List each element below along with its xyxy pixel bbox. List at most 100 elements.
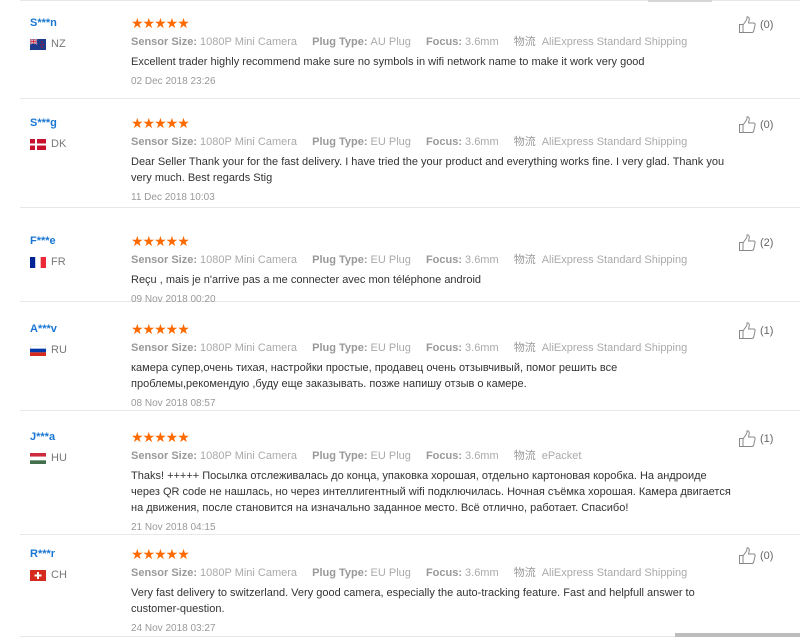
plug-type-attr: Plug Type: EU Plug [312, 253, 411, 267]
review-author: S***n NZ [29, 16, 120, 50]
focus-attr: Focus: 3.6mm [426, 35, 499, 49]
hu-flag-icon [30, 452, 46, 464]
focus-value: 3.6mm [465, 36, 499, 48]
order-attributes: Sensor Size: 1080P Mini Camera Plug Type:… [131, 35, 736, 49]
ru-flag-icon [29, 344, 47, 356]
sensor-size-value: 1080P Mini Camera [200, 450, 298, 462]
author-name[interactable]: S***n [30, 16, 120, 30]
review-item: J***a HU ★★★★★ Sensor Size: 1080P Mini Ca… [20, 411, 800, 535]
sensor-size-value: 1080P Mini Camera [200, 567, 298, 579]
helpful-button[interactable]: (0) [738, 16, 773, 34]
shipping-value: AliExpress Standard Shipping [541, 36, 688, 48]
sensor-size-attr: Sensor Size: 1080P Mini Camera [131, 449, 297, 463]
thumbs-up-icon [739, 116, 756, 133]
shipping-value: AliExpress Standard Shipping [541, 567, 688, 579]
sensor-size-value: 1080P Mini Camera [200, 136, 298, 148]
review-item: R***r CH ★★★★★ Sensor Size: 1080P Mini Ca… [20, 535, 800, 637]
plug-type-attr: Plug Type: AU Plug [312, 35, 411, 49]
focus-value: 3.6mm [465, 254, 499, 266]
shipping-attr: 物流 ePacket [514, 449, 582, 463]
plug-type-label: Plug Type: [312, 254, 368, 266]
sensor-size-label: Sensor Size: [131, 36, 198, 48]
plug-type-value: EU Plug [370, 136, 411, 148]
thumbs-up-icon [739, 547, 756, 564]
review-text: Reçu , mais je n'arrive pas a me connect… [131, 274, 482, 286]
focus-attr: Focus: 3.6mm [426, 449, 499, 463]
shipping-label: 物流 [513, 342, 536, 354]
review-author: F***e FR [30, 234, 120, 268]
order-attributes: Sensor Size: 1080P Mini Camera Plug Type:… [131, 253, 736, 267]
sensor-size-label: Sensor Size: [131, 342, 198, 354]
focus-label: Focus: [425, 36, 463, 48]
helpful-count: (1) [760, 325, 774, 337]
author-name[interactable]: R***r [30, 547, 120, 561]
focus-attr: Focus: 3.6mm [426, 566, 499, 580]
thumbs-up-icon [739, 430, 756, 447]
author-name[interactable]: S***g [30, 116, 120, 130]
helpful-button[interactable]: (1) [738, 322, 773, 340]
order-attributes: Sensor Size: 1080P Mini Camera Plug Type:… [131, 135, 736, 149]
shipping-attr: 物流 AliExpress Standard Shipping [514, 566, 688, 580]
helpful-button[interactable]: (0) [738, 547, 773, 565]
sensor-size-attr: Sensor Size: 1080P Mini Camera [131, 341, 297, 355]
focus-value: 3.6mm [465, 136, 499, 148]
focus-value: 3.6mm [465, 342, 499, 354]
thumbs-up-icon [739, 234, 756, 251]
plug-type-value: EU Plug [370, 450, 411, 462]
sensor-size-label: Sensor Size: [131, 254, 198, 266]
review-text: Excellent trader highly recommend make s… [131, 56, 645, 68]
sensor-size-label: Sensor Size: [131, 567, 198, 579]
country-code: FR [51, 256, 66, 268]
plug-type-label: Plug Type: [312, 450, 368, 462]
review-content: ★★★★★ Sensor Size: 1080P Mini Camera Plug… [131, 16, 736, 89]
review-content: ★★★★★ Sensor Size: 1080P Mini Camera Plug… [131, 547, 736, 636]
author-name[interactable]: F***e [30, 234, 120, 248]
helpful-button[interactable]: (1) [738, 430, 773, 448]
country-code: CH [51, 569, 67, 581]
helpful-button[interactable]: (0) [738, 116, 773, 134]
focus-attr: Focus: 3.6mm [426, 135, 499, 149]
helpful-button[interactable]: (2) [738, 234, 773, 252]
focus-value: 3.6mm [465, 450, 499, 462]
author-country: HU [30, 452, 120, 464]
helpful-count: (0) [760, 119, 774, 131]
plug-type-label: Plug Type: [312, 36, 368, 48]
plug-type-label: Plug Type: [312, 342, 368, 354]
author-name[interactable]: A***v [30, 322, 120, 336]
author-country: CH [30, 569, 120, 581]
author-country: NZ [29, 37, 120, 50]
thumbs-up-icon [739, 16, 756, 33]
focus-label: Focus: [425, 254, 463, 266]
country-code: HU [51, 452, 67, 464]
focus-value: 3.6mm [465, 567, 499, 579]
review-content: ★★★★★ Sensor Size: 1080P Mini Camera Plug… [131, 234, 736, 307]
author-name[interactable]: J***a [30, 430, 120, 444]
review-text: Thaks! +++++ Посылка отслеживалась до ко… [131, 470, 731, 514]
shipping-value: AliExpress Standard Shipping [541, 136, 688, 148]
sensor-size-label: Sensor Size: [131, 136, 198, 148]
review-date: 02 Dec 2018 23:26 [131, 76, 216, 87]
rating-stars-icon: ★★★★★ [131, 233, 190, 249]
nz-flag-icon [29, 37, 46, 50]
order-attributes: Sensor Size: 1080P Mini Camera Plug Type:… [131, 449, 736, 463]
helpful-count: (2) [760, 237, 774, 249]
order-attributes: Sensor Size: 1080P Mini Camera Plug Type:… [131, 566, 736, 580]
shipping-value: AliExpress Standard Shipping [541, 342, 688, 354]
rating-stars-icon: ★★★★★ [131, 15, 190, 31]
sensor-size-value: 1080P Mini Camera [200, 36, 298, 48]
review-item: S***n NZ ★★★★★ Sensor Size: 1080P Mini Ca… [20, 0, 800, 99]
plug-type-attr: Plug Type: EU Plug [312, 135, 411, 149]
rating-stars-icon: ★★★★★ [131, 115, 190, 131]
country-code: NZ [51, 38, 66, 50]
sensor-size-attr: Sensor Size: 1080P Mini Camera [131, 253, 297, 267]
shipping-label: 物流 [513, 567, 536, 579]
shipping-value: ePacket [541, 450, 582, 462]
review-author: A***v RU [29, 322, 120, 356]
plug-type-attr: Plug Type: EU Plug [312, 341, 411, 355]
focus-attr: Focus: 3.6mm [426, 341, 499, 355]
plug-type-label: Plug Type: [312, 136, 368, 148]
review-date: 21 Nov 2018 04:15 [131, 522, 216, 533]
review-date: 24 Nov 2018 03:27 [131, 623, 216, 634]
country-code: DK [51, 138, 67, 150]
shipping-attr: 物流 AliExpress Standard Shipping [514, 135, 688, 149]
